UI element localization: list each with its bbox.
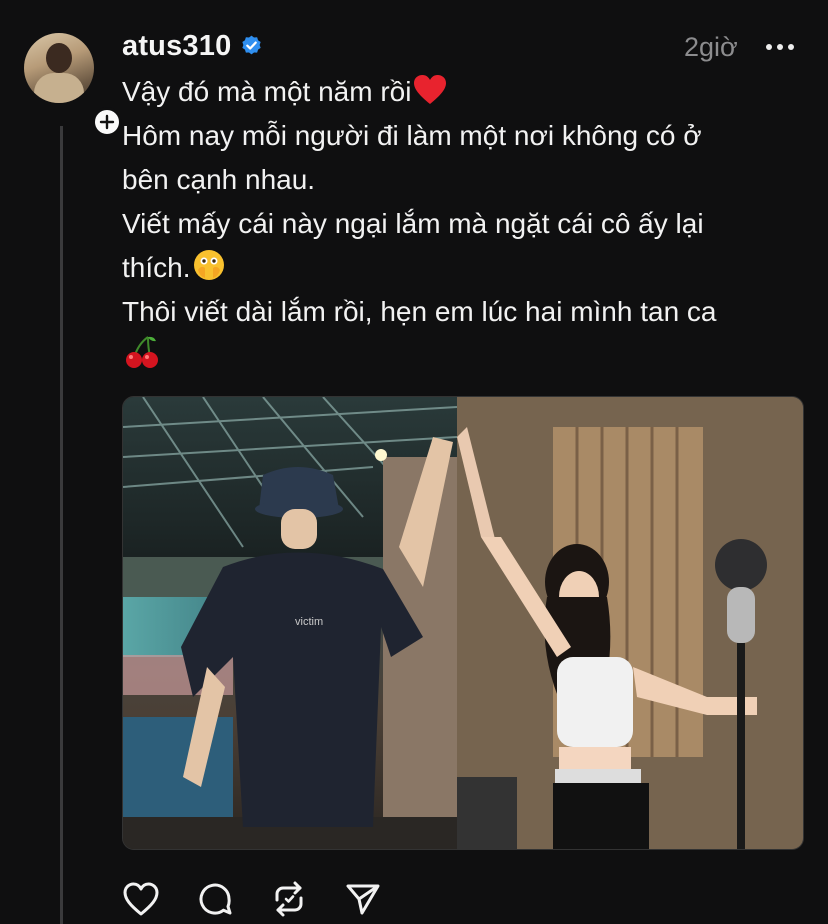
verified-badge-icon <box>242 35 262 54</box>
more-icon <box>766 44 772 50</box>
comment-icon <box>199 883 232 915</box>
more-button[interactable] <box>766 44 794 50</box>
avatar[interactable] <box>24 33 94 103</box>
photo-man-illustration: victim <box>123 397 457 849</box>
post-line-4: Viết mấy cái này ngại lắm mà ngặt cái cô… <box>122 208 704 239</box>
repost-button[interactable] <box>268 878 310 920</box>
post-line-7 <box>122 334 802 378</box>
post-time: 2giờ <box>684 32 738 62</box>
avatar-container[interactable] <box>24 33 122 137</box>
heart-icon <box>123 882 159 916</box>
share-button[interactable] <box>342 878 384 920</box>
photo-woman-illustration <box>457 397 803 849</box>
repost-icon <box>275 881 303 917</box>
shirt-text: victim <box>295 616 323 628</box>
username[interactable]: atus310 <box>122 30 231 63</box>
photo-man-pool[interactable]: victim <box>123 397 457 849</box>
like-button[interactable] <box>120 878 162 920</box>
post-line-3: bên cạnh nhau. <box>122 164 316 195</box>
post-line-1: Vậy đó mà một năm rồi <box>122 70 802 114</box>
red-heart-icon <box>414 75 447 104</box>
post-header: atus310 <box>122 28 264 64</box>
send-icon <box>346 884 380 915</box>
post-text: Vậy đó mà một năm rồi Hôm nay mỗi người … <box>122 70 802 378</box>
post-media[interactable]: victim <box>122 396 804 850</box>
post-actions <box>120 878 384 920</box>
post-line-5: thích. <box>122 246 802 290</box>
hand-over-mouth-emoji-icon <box>194 250 225 280</box>
follow-button[interactable] <box>92 107 122 137</box>
thread-line <box>60 126 63 924</box>
comment-button[interactable] <box>194 878 236 920</box>
plus-icon <box>99 114 115 130</box>
post-line-2: Hôm nay mỗi người đi làm một nơi không c… <box>122 120 702 151</box>
post-line-6: Thôi viết dài lắm rồi, hẹn em lúc hai mì… <box>122 296 717 327</box>
cherries-icon <box>126 336 158 368</box>
photo-woman-studio[interactable] <box>457 397 803 849</box>
